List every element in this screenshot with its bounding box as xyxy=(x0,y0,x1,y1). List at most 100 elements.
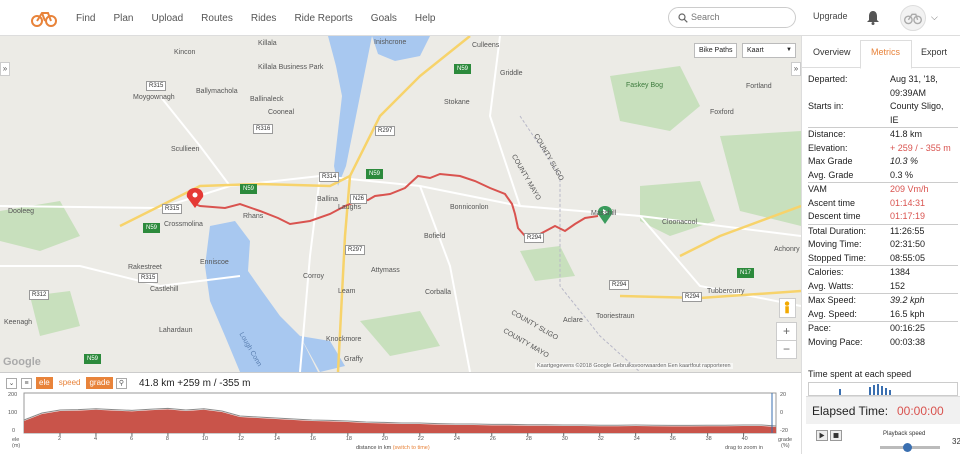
ele-toggle[interactable]: ele xyxy=(36,377,53,389)
search-icon xyxy=(678,13,688,23)
metric-label: Elevation: xyxy=(808,142,848,153)
metric-label: Distance: xyxy=(808,129,846,139)
route-map[interactable]: Kincon Killala Killala Business Park Ini… xyxy=(0,36,801,372)
tab-metrics[interactable]: Metrics xyxy=(871,47,900,57)
metric-label: Moving Time: xyxy=(808,239,862,249)
zoom-magnifier-icon[interactable]: ⚲ xyxy=(115,377,127,389)
metric-row: Departed: Aug 31, '18, xyxy=(808,73,958,87)
y-tick: 100 xyxy=(8,410,18,416)
drag-hint: drag to zoom in xyxy=(725,445,763,451)
elevation-toolbar: ⌄ ≡ ele speed grade ⚲ 41.8 km +259 m / -… xyxy=(6,376,250,390)
map-label: Inishcrone xyxy=(374,39,407,46)
zoom-in-button[interactable]: + xyxy=(776,322,797,341)
nav-plan[interactable]: Plan xyxy=(113,13,133,24)
play-button[interactable] xyxy=(816,430,828,441)
map-attribution[interactable]: Kaartgegevens ©2018 Google Gebruiksvoorw… xyxy=(535,363,733,369)
nav-ride-reports[interactable]: Ride Reports xyxy=(294,13,352,24)
grade-tick: 20 xyxy=(780,392,787,398)
metric-value: 41.8 km xyxy=(890,129,923,139)
metric-value: County Sligo, xyxy=(890,101,944,111)
x-tick-label: 14 xyxy=(273,436,280,442)
grade-tick: 0 xyxy=(780,410,784,416)
map-label: Laughs xyxy=(338,204,361,211)
x-tick-label: 34 xyxy=(633,436,640,442)
metric-row: Stopped Time: 08:55:05 xyxy=(808,252,958,266)
park-area xyxy=(520,246,575,281)
slider-handle[interactable] xyxy=(903,443,912,452)
metric-label: Pace: xyxy=(808,323,832,333)
metric-label: Moving Pace: xyxy=(808,336,863,347)
collapse-right-icon[interactable]: » xyxy=(791,62,801,76)
map-label: Kincon xyxy=(174,49,196,56)
map-label: Cloonacool xyxy=(662,219,698,226)
metric-value: 16.5 kph xyxy=(890,308,925,319)
search-input[interactable]: Search xyxy=(668,7,796,28)
nav-upload[interactable]: Upload xyxy=(151,13,183,24)
nav-rides[interactable]: Rides xyxy=(251,13,277,24)
metric-row: VAM 209 Vm/h xyxy=(808,183,958,197)
nav-routes[interactable]: Routes xyxy=(201,13,233,24)
x-tick-label: 22 xyxy=(417,436,424,442)
map-label: Tooriestraun xyxy=(596,313,635,320)
x-tick-label: 36 xyxy=(669,436,676,442)
map-label: Faskey Bog xyxy=(626,82,663,89)
zoom-out-button[interactable]: − xyxy=(776,340,797,359)
menu-icon[interactable]: ≡ xyxy=(21,377,32,389)
stop-button[interactable] xyxy=(830,430,842,441)
speed-toggle[interactable]: speed xyxy=(55,377,84,389)
road-label: R312 xyxy=(29,290,50,300)
map-label: Ballina xyxy=(317,196,339,203)
metric-row: Max Grade 10.3 % xyxy=(808,155,958,169)
road-label: N59 xyxy=(84,354,102,364)
metric-label: Stopped Time: xyxy=(808,252,867,263)
x-tick-label: 30 xyxy=(561,436,568,442)
x-axis-text: distance in km xyxy=(356,445,392,451)
road-label: R294 xyxy=(524,233,545,243)
map-type-select[interactable]: Kaart ▼ xyxy=(742,43,796,58)
x-tick-label: 20 xyxy=(381,436,388,442)
nav-goals[interactable]: Goals xyxy=(371,13,397,24)
nav-help[interactable]: Help xyxy=(415,13,436,24)
metric-label: Ascent time xyxy=(808,197,856,208)
map-label: Keenagh xyxy=(4,319,33,326)
tab-overview[interactable]: Overview xyxy=(813,47,851,57)
y-tick: 200 xyxy=(8,392,18,398)
pegman-icon[interactable] xyxy=(779,298,796,318)
switch-to-time-link[interactable]: (switch to time) xyxy=(393,445,430,451)
bell-icon[interactable] xyxy=(866,10,880,25)
metric-value: 10.3 % xyxy=(890,156,919,166)
chevron-down-icon[interactable]: ⌵ xyxy=(931,12,938,23)
expand-left-icon[interactable]: » xyxy=(0,62,10,76)
bike-logo-icon[interactable] xyxy=(31,8,57,28)
map-label: Killala Business Park xyxy=(258,64,324,71)
map-label: Corroy xyxy=(303,273,325,280)
avatar[interactable] xyxy=(900,5,926,31)
upgrade-link[interactable]: Upgrade xyxy=(813,11,848,21)
nav-find[interactable]: Find xyxy=(76,13,95,24)
metric-value: 152 xyxy=(890,280,906,291)
map-label: Moygownagh xyxy=(133,94,175,101)
metric-label: Total Duration: xyxy=(808,225,867,236)
road-label: R297 xyxy=(345,245,366,255)
metric-row: Total Duration: 11:26:55 xyxy=(808,225,958,239)
metrics-list: Departed: Aug 31, '18, 09:39AM Starts in: Co… xyxy=(808,73,958,349)
panel-tabs: Overview Metrics Export xyxy=(802,36,960,69)
metric-label: Avg. Speed: xyxy=(808,308,857,319)
collapse-icon[interactable]: ⌄ xyxy=(6,377,17,389)
elevation-chart[interactable] xyxy=(0,391,801,445)
x-tick-label: 2 xyxy=(57,436,62,442)
metric-value: 02:31:50 xyxy=(890,239,926,249)
tab-export[interactable]: Export xyxy=(921,47,947,57)
map-canvas xyxy=(0,36,801,372)
elevation-panel: ⌄ ≡ ele speed grade ⚲ 41.8 km +259 m / -… xyxy=(0,372,801,454)
x-tick-label: 6 xyxy=(129,436,133,442)
map-label: Killala xyxy=(258,40,277,47)
road-label: N59 xyxy=(240,184,258,194)
metric-row: Distance: 41.8 km xyxy=(808,128,958,142)
bike-paths-toggle[interactable]: Bike Paths xyxy=(694,43,738,58)
metric-row: Moving Time: 02:31:50 xyxy=(808,238,958,252)
metric-row: Ascent time 01:14:31 xyxy=(808,197,958,211)
grade-toggle[interactable]: grade xyxy=(86,377,113,389)
metric-value: 01:14:31 xyxy=(890,197,926,208)
x-tick-label: 4 xyxy=(93,436,98,442)
